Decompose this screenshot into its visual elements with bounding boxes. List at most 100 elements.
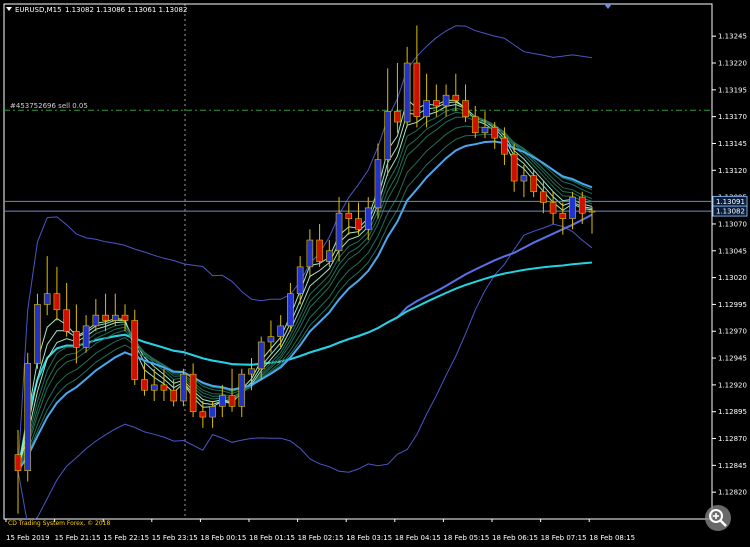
x-tick-label: 18 Feb 01:15 [249,534,295,542]
bull-candle [588,210,596,213]
y-tick-label: 1.13170 [718,113,747,121]
bull-candle [43,293,51,305]
bull-candle [150,384,158,391]
bull-candle [326,250,333,262]
y-tick-label: 1.12920 [718,381,747,389]
magnifier-plus-icon [709,509,727,527]
ribbon-line [17,98,593,471]
y-tick-label: 1.13070 [718,220,747,228]
brand-text: CD Trading System Forex, © 2018 [8,520,110,527]
bear-candle [491,127,499,139]
chart-shift-marker-icon[interactable] [604,4,612,9]
x-tick-label: 15 Feb 21:15 [55,534,101,542]
y-tick-label: 1.12970 [718,328,747,336]
bull-candle [520,175,528,182]
bear-candle [199,411,207,418]
x-tick-label: 18 Feb 04:15 [395,534,441,542]
bull-candle [219,395,226,407]
bear-candle [471,116,479,134]
x-tick-label: 18 Feb 07:15 [541,534,587,542]
bear-candle [452,94,460,101]
y-tick-label: 1.12945 [718,355,747,363]
bear-candle [53,293,61,311]
bear-candle [131,320,139,380]
bull-candle [374,159,382,209]
bull-candle [209,406,216,418]
bull-candle [111,314,119,321]
bull-candle [277,325,284,337]
bull-candle [403,62,411,123]
y-tick-label: 1.12895 [718,408,747,416]
price-tag-label: 1.13091 [716,198,745,206]
bear-candle [462,100,469,117]
bear-candle [121,314,129,321]
ribbon-line [17,133,593,471]
bull-candle [257,341,265,370]
bull-candle [335,212,343,252]
bear-candle [559,212,567,219]
price-chart[interactable]: #453752696 sell 0.05 1.13245 1.13220 1.131… [0,0,750,547]
bull-candle [267,336,275,343]
bull-candle [238,373,246,407]
y-tick-label: 1.13220 [718,60,747,68]
bear-candle [189,373,197,413]
bull-candle [442,94,450,107]
x-tick-label: 18 Feb 08:15 [589,534,635,542]
bear-candle [73,330,80,348]
x-tick-label: 18 Feb 06:15 [492,534,538,542]
bear-candle [501,137,508,155]
y-tick-label: 1.13120 [718,167,747,175]
bear-candle [160,384,168,391]
bull-candle [92,314,100,327]
bear-candle [14,454,22,472]
ribbon-line [17,116,593,471]
bull-candle [248,368,255,375]
bull-candle [384,110,391,160]
order-label: #453752696 sell 0.05 [10,102,88,110]
symbol-label: EURUSD,M15 [15,6,62,14]
indicator-lines [17,25,593,519]
y-tick-label: 1.12820 [718,489,747,497]
bear-candle [510,153,518,182]
dropdown-triangle-icon[interactable] [6,7,12,11]
y-tick-label: 1.12845 [718,462,747,470]
x-tick-label: 18 Feb 03:15 [346,534,392,542]
bear-candle [530,175,537,193]
x-tick-label: 15 Feb 23:15 [152,534,198,542]
price-tags: 1.13091 1.13082 [712,195,748,217]
price-tag-label: 1.13082 [716,208,745,216]
bull-candle [180,373,187,402]
y-tick-label: 1.13195 [718,86,747,94]
y-tick-label: 1.13245 [718,33,747,41]
bear-candle [578,196,586,214]
bull-candle [296,266,304,294]
bear-candle [549,202,557,214]
bid-ask-lines [4,200,712,212]
y-tick-label: 1.12995 [718,301,747,309]
ohlc-label: 1.13082 1.13086 1.13061 1.13082 [65,6,187,14]
bull-candle [569,196,576,219]
band-lower-line [17,223,593,519]
y-tick-label: 1.13020 [718,274,747,282]
bear-candle [433,100,440,107]
bear-candle [345,212,353,219]
zoom-button[interactable] [705,505,731,531]
bull-candle [364,207,372,230]
ribbon-line [17,111,593,471]
bull-candle [481,127,489,134]
bull-candle [82,325,90,348]
y-tick-label: 1.13145 [718,140,747,148]
bear-candle [540,191,547,203]
sma-slow-line [17,213,593,471]
bear-candle [102,314,109,321]
bear-candle [316,239,323,262]
price-axis: 1.13245 1.13220 1.13195 1.13170 1.13145 1.131… [712,33,747,497]
bear-candle [63,309,70,332]
bull-candle [423,100,430,117]
x-tick-label: 18 Feb 00:15 [200,534,246,542]
bull-candle [306,239,314,268]
x-tick-label: 15 Feb 2019 [6,534,50,542]
band-upper-line [17,25,593,471]
bear-candle [170,389,177,402]
bull-candle [287,293,294,327]
